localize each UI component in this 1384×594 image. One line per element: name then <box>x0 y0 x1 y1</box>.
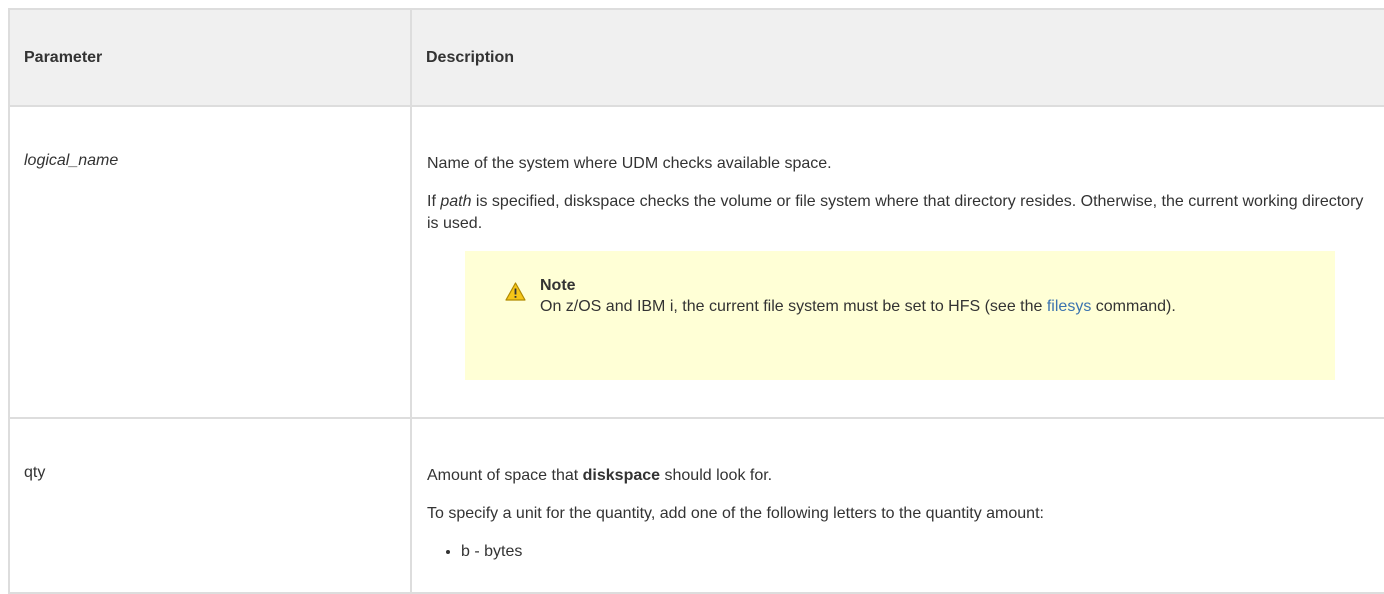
units-list: b - bytes <box>427 541 1377 563</box>
description-text: Amount of space that diskspace should lo… <box>427 465 1377 487</box>
description-cell: Amount of space that diskspace should lo… <box>410 417 1384 594</box>
parameters-table: Parameter Description logical_name Name … <box>8 8 1384 594</box>
text-span: command). <box>1091 298 1176 315</box>
path-term: path <box>440 193 472 210</box>
table-row: qty Amount of space that diskspace shoul… <box>8 417 1384 594</box>
note-text: On z/OS and IBM i, the current file syst… <box>540 296 1335 318</box>
param-name: logical_name <box>24 152 119 169</box>
list-item: b - bytes <box>461 541 1377 563</box>
command-term: diskspace <box>582 467 661 484</box>
text-span: On z/OS and IBM i, the current file syst… <box>540 298 1047 315</box>
filesys-link[interactable]: filesys <box>1047 298 1091 315</box>
description-text: If path is specified, diskspace checks t… <box>427 191 1377 235</box>
description-text: Name of the system where UDM checks avai… <box>427 155 832 172</box>
param-name: qty <box>24 464 46 481</box>
table-row: logical_name Name of the system where UD… <box>8 105 1384 419</box>
note-panel: Note On z/OS and IBM i, the current file… <box>465 251 1335 380</box>
table-header-row: Parameter Description <box>8 8 1384 107</box>
header-description: Description <box>410 8 1384 107</box>
description-cell: Name of the system where UDM checks avai… <box>410 105 1384 419</box>
header-parameter: Parameter <box>8 8 412 107</box>
text-span: Amount of space that <box>427 467 583 484</box>
warning-icon <box>505 282 526 301</box>
text-span: If <box>427 193 441 210</box>
param-name-cell: logical_name <box>8 105 412 419</box>
description-text: To specify a unit for the quantity, add … <box>427 505 1044 522</box>
note-title: Note <box>540 277 576 294</box>
param-name-cell: qty <box>8 417 412 594</box>
text-span: should look for. <box>660 467 773 484</box>
text-span: is specified, diskspace checks the volum… <box>427 193 1364 232</box>
note-body: Note On z/OS and IBM i, the current file… <box>540 276 1335 318</box>
